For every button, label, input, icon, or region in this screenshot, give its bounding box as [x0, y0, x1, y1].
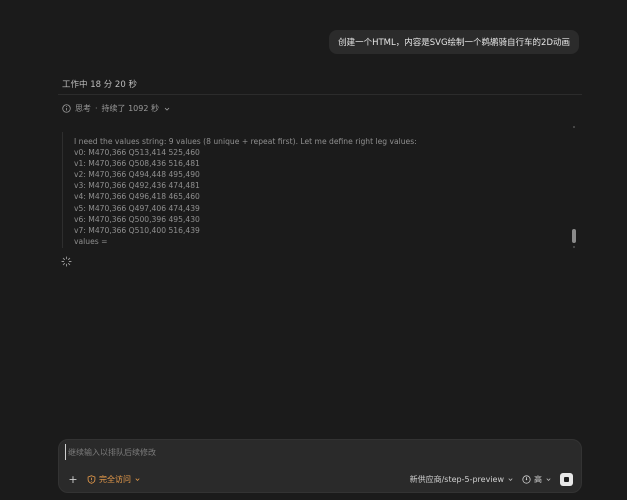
- worked-status: 工作中 18 分 20 秒: [62, 80, 137, 90]
- thinking-separator: ·: [95, 104, 98, 113]
- thinking-toggle[interactable]: 思考 · 持续了 1092 秒: [62, 103, 171, 114]
- user-message-text: 创建一个HTML，内容是SVG绘制一个鹈鹕骑自行车的2D动画: [338, 38, 570, 48]
- reasoning-level-label: 高: [534, 474, 542, 484]
- thinking-scrollbar-thumb[interactable]: [572, 229, 576, 243]
- thinking-content: I need the values string: 9 values (8 un…: [74, 137, 417, 246]
- thinking-duration: 持续了 1092 秒: [101, 104, 159, 113]
- chevron-down-icon: [546, 477, 551, 481]
- thinking-label: 思考: [75, 104, 91, 113]
- model-select[interactable]: 新供应商/step-5-preview: [410, 474, 514, 485]
- thinking-content-panel: I need the values string: 9 values (8 un…: [62, 126, 578, 250]
- plus-icon: +: [68, 472, 78, 486]
- access-mode-label: 完全访问: [99, 474, 131, 484]
- stop-button[interactable]: [560, 472, 573, 486]
- shield-warning-icon: [87, 474, 96, 484]
- loading-spinner-icon: [61, 256, 72, 267]
- divider: [58, 94, 582, 95]
- access-mode-button[interactable]: 完全访问: [87, 474, 141, 485]
- chevron-down-icon: [135, 477, 140, 481]
- add-attachment-button[interactable]: +: [67, 472, 79, 486]
- reasoning-level-select[interactable]: 高: [522, 474, 552, 485]
- reasoning-gauge-icon: [522, 474, 531, 484]
- info-circle-icon: [62, 104, 71, 113]
- model-label: 新供应商/step-5-preview: [409, 474, 504, 484]
- message-input[interactable]: [65, 444, 568, 460]
- composer-toolbar: + 完全访问 新供应商/step-5-preview 高: [67, 472, 573, 486]
- chat-window: 创建一个HTML，内容是SVG绘制一个鹈鹕骑自行车的2D动画 工作中 18 分 …: [0, 0, 627, 500]
- user-message-bubble: 创建一个HTML，内容是SVG绘制一个鹈鹕骑自行车的2D动画: [329, 30, 579, 54]
- stop-icon: [564, 476, 569, 482]
- chevron-down-icon: [508, 477, 513, 481]
- thinking-rail: [62, 132, 63, 248]
- scrollbar-bottom-marker: [573, 246, 575, 248]
- composer: + 完全访问 新供应商/step-5-preview: [58, 439, 582, 493]
- scrollbar-top-marker: [573, 126, 575, 128]
- chevron-down-icon: [164, 107, 170, 111]
